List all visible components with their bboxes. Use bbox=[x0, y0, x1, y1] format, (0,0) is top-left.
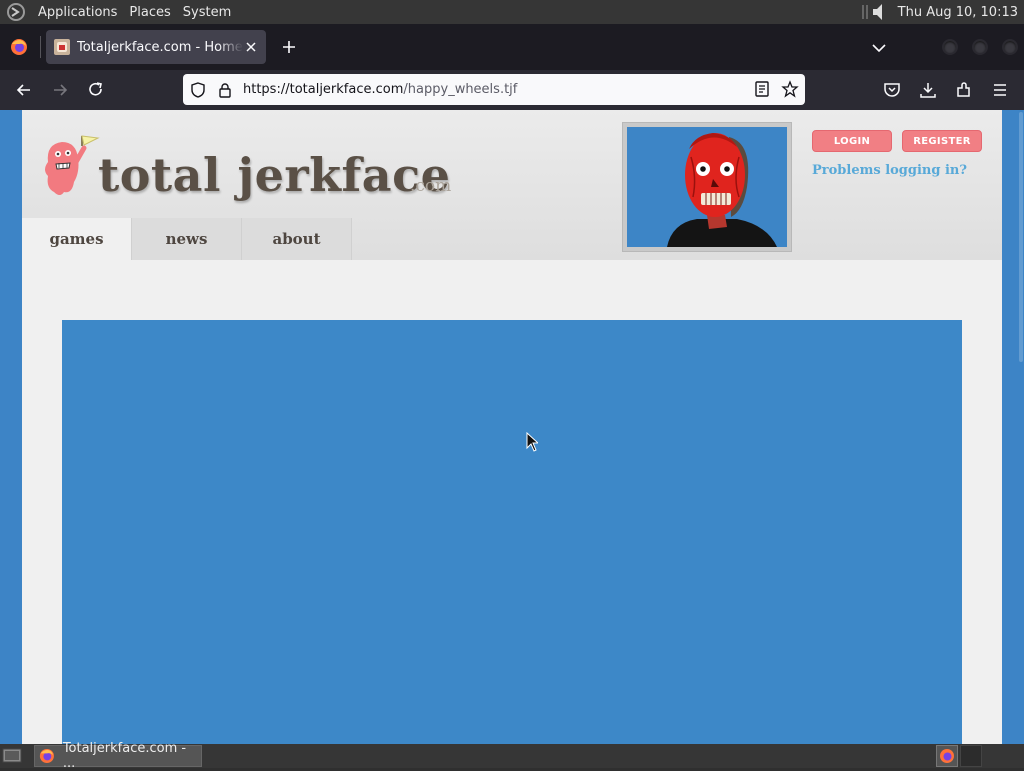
taskbar-window-label: Totaljerkface.com - ... bbox=[62, 741, 187, 771]
reader-view-icon[interactable] bbox=[753, 80, 771, 98]
minimize-button[interactable] bbox=[942, 39, 958, 55]
mouse-cursor-icon bbox=[526, 432, 538, 452]
top-panel: Applications Places System Thu Aug 10, 1… bbox=[0, 0, 1024, 24]
forward-arrow-icon[interactable] bbox=[50, 80, 70, 100]
workspace-1[interactable] bbox=[936, 745, 958, 767]
firefox-icon bbox=[940, 749, 954, 763]
nav-games[interactable]: games bbox=[22, 218, 132, 260]
hamburger-menu-icon[interactable] bbox=[990, 80, 1010, 100]
tracking-protection-shield-icon[interactable] bbox=[189, 81, 207, 99]
tab-separator bbox=[40, 36, 41, 58]
back-arrow-icon[interactable] bbox=[14, 80, 34, 100]
applications-menu[interactable]: Applications bbox=[32, 0, 123, 24]
firefox-icon[interactable] bbox=[10, 38, 28, 56]
pocket-icon[interactable] bbox=[882, 80, 902, 100]
page-container: total jerkface .com games news about LOG… bbox=[22, 110, 1002, 744]
url-host: https://totaljerkface.com bbox=[243, 82, 404, 97]
site-logo-tld: .com bbox=[410, 176, 452, 196]
clock[interactable]: Thu Aug 10, 10:13 bbox=[890, 5, 1024, 20]
url-path: /happy_wheels.tjf bbox=[403, 82, 518, 97]
maximize-button[interactable] bbox=[972, 39, 988, 55]
chevron-down-icon[interactable] bbox=[870, 39, 888, 57]
lock-icon[interactable] bbox=[217, 82, 233, 98]
vertical-scrollbar[interactable] bbox=[1019, 112, 1023, 362]
bottom-panel: Totaljerkface.com - ... bbox=[0, 741, 1024, 771]
zombie-face-image bbox=[627, 127, 787, 247]
tab-strip: Totaljerkface.com - Home Of bbox=[0, 24, 1024, 70]
page-viewport: total jerkface .com games news about LOG… bbox=[0, 110, 1024, 744]
site-favicon-icon bbox=[54, 39, 70, 55]
extensions-icon[interactable] bbox=[954, 80, 974, 100]
login-button[interactable]: LOGIN bbox=[812, 130, 892, 152]
register-button[interactable]: REGISTER bbox=[902, 130, 982, 152]
site-nav: games news about bbox=[22, 218, 352, 260]
close-window-button[interactable] bbox=[1002, 39, 1018, 55]
close-tab-icon[interactable] bbox=[242, 38, 260, 56]
game-canvas[interactable] bbox=[62, 320, 962, 744]
nav-about[interactable]: about bbox=[242, 218, 352, 260]
tab-totaljerkface[interactable]: Totaljerkface.com - Home Of bbox=[46, 30, 266, 64]
url-text[interactable]: https://totaljerkface.com/happy_wheels.t… bbox=[243, 82, 517, 97]
places-menu[interactable]: Places bbox=[123, 0, 176, 24]
featured-photo-frame bbox=[622, 122, 792, 252]
system-menu[interactable]: System bbox=[177, 0, 237, 24]
featured-photo[interactable] bbox=[627, 127, 787, 247]
navigation-toolbar: https://totaljerkface.com/happy_wheels.t… bbox=[0, 70, 1024, 110]
url-bar[interactable]: https://totaljerkface.com/happy_wheels.t… bbox=[183, 74, 805, 105]
problems-logging-in-link[interactable]: Problems logging in? bbox=[812, 163, 967, 178]
tab-title: Totaljerkface.com - Home Of bbox=[77, 39, 243, 55]
distro-logo-icon[interactable] bbox=[6, 2, 26, 22]
bookmark-star-icon[interactable] bbox=[781, 80, 799, 98]
volume-icon[interactable] bbox=[860, 1, 890, 23]
firefox-icon bbox=[39, 748, 54, 764]
site-logo-text[interactable]: total jerkface bbox=[98, 148, 450, 202]
site-header: total jerkface .com games news about LOG… bbox=[22, 110, 1002, 260]
taskbar-window-button[interactable]: Totaljerkface.com - ... bbox=[34, 741, 202, 771]
new-tab-icon[interactable] bbox=[280, 38, 298, 56]
show-desktop-icon[interactable] bbox=[2, 747, 22, 765]
workspace-2[interactable] bbox=[960, 745, 982, 767]
nav-news[interactable]: news bbox=[132, 218, 242, 260]
reload-icon[interactable] bbox=[86, 80, 106, 100]
downloads-icon[interactable] bbox=[918, 80, 938, 100]
